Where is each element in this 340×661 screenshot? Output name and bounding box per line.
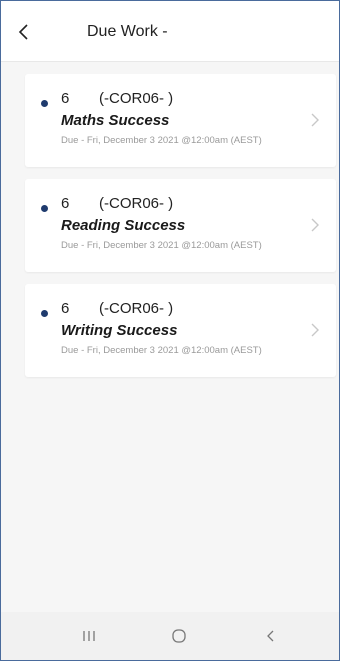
due-date: Due - Fri, December 3 2021 @12:00am (AES… (61, 345, 262, 356)
class-info: 6 (-COR06- ) (61, 90, 173, 107)
back-button[interactable] (13, 21, 35, 43)
assignment-title: Writing Success (61, 322, 178, 339)
due-work-item[interactable]: 6 (-COR06- ) Writing Success Due - Fri, D… (25, 284, 336, 377)
unread-dot-icon (41, 310, 48, 317)
class-info: 6 (-COR06- ) (61, 300, 173, 317)
chevron-right-icon (311, 113, 319, 127)
app-screen: Due Work - 6 (-COR06- ) Maths Success Due… (0, 0, 340, 661)
unread-dot-icon (41, 100, 48, 107)
home-icon (172, 629, 186, 643)
due-date: Due - Fri, December 3 2021 @12:00am (AES… (61, 240, 262, 251)
home-button[interactable] (159, 622, 199, 650)
class-code: (-COR06- ) (99, 195, 174, 212)
chevron-left-icon (18, 24, 28, 40)
grade-label: 6 (61, 300, 70, 317)
due-date: Due - Fri, December 3 2021 @12:00am (AES… (61, 135, 262, 146)
assignment-title: Reading Success (61, 217, 186, 234)
class-code: (-COR06- ) (99, 300, 174, 317)
due-work-item[interactable]: 6 (-COR06- ) Reading Success Due - Fri, D… (25, 179, 336, 272)
recent-apps-button[interactable] (69, 622, 109, 650)
unread-dot-icon (41, 205, 48, 212)
recent-apps-icon (83, 631, 95, 641)
chevron-right-icon (311, 323, 319, 337)
back-icon (267, 630, 274, 642)
assignment-title: Maths Success (61, 112, 170, 129)
chevron-right-icon (311, 218, 319, 232)
system-back-button[interactable] (251, 622, 291, 650)
page-title: Due Work - (87, 23, 168, 40)
grade-label: 6 (61, 195, 70, 212)
grade-label: 6 (61, 90, 70, 107)
class-code: (-COR06- ) (99, 90, 174, 107)
due-work-item[interactable]: 6 (-COR06- ) Maths Success Due - Fri, Dec… (25, 74, 336, 167)
system-nav-bar (1, 612, 339, 660)
class-info: 6 (-COR06- ) (61, 195, 173, 212)
top-bar: Due Work - (1, 1, 339, 62)
